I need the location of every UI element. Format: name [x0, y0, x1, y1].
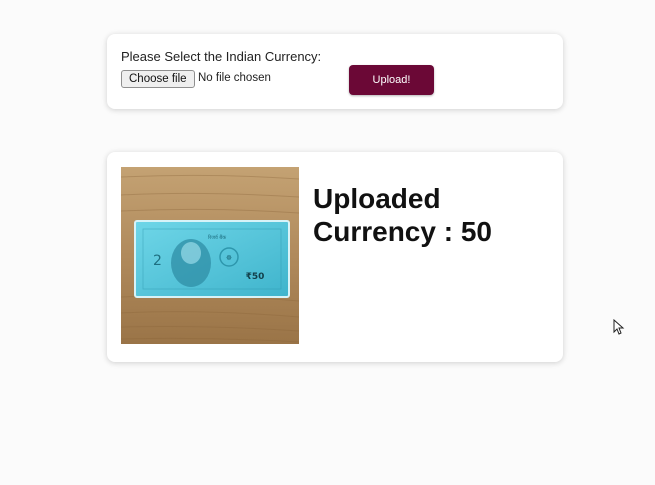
result-line2: Currency : 50 [313, 216, 492, 247]
choose-file-button[interactable]: Choose file [121, 70, 195, 88]
result-line1: Uploaded [313, 183, 441, 214]
upload-button[interactable]: Upload! [349, 65, 434, 95]
currency-note-image: ☸ 2 ₹50 रिजर्व बैंक [121, 167, 299, 344]
note-denomination: ₹50 [246, 272, 265, 282]
upload-label: Please Select the Indian Currency: [121, 49, 322, 64]
svg-text:☸: ☸ [226, 254, 232, 262]
upload-card: Please Select the Indian Currency: Choos… [107, 34, 563, 109]
pointer-cursor-icon [613, 319, 625, 335]
svg-text:2: 2 [153, 253, 162, 269]
file-status: No file chosen [198, 72, 271, 84]
result-card: ☸ 2 ₹50 रिजर्व बैंक Uploaded Currency : … [107, 152, 563, 362]
note-text: रिजर्व बैंक [208, 234, 226, 241]
result-text: Uploaded Currency : 50 [313, 182, 492, 248]
